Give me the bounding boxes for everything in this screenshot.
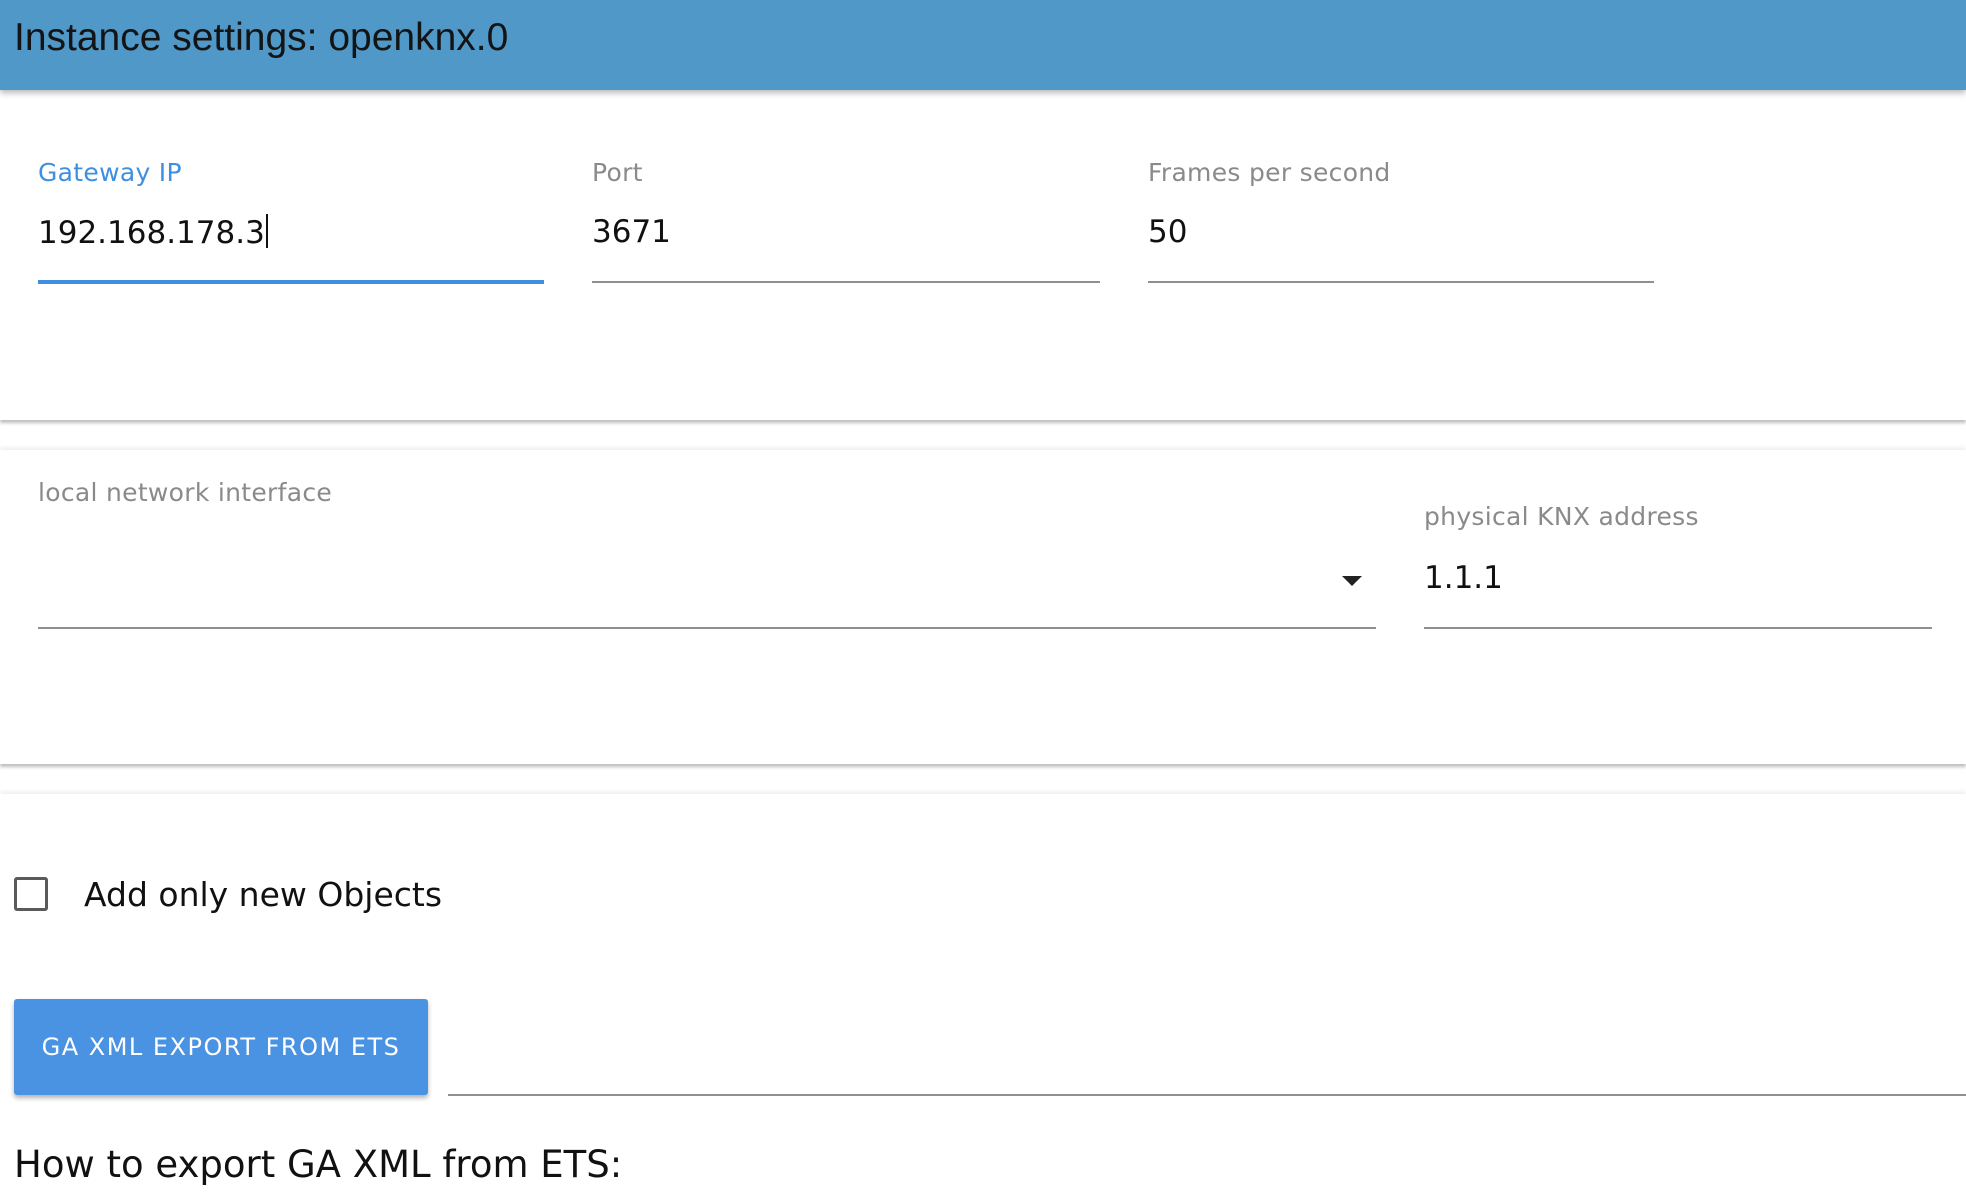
fps-underline: [1148, 281, 1654, 283]
gateway-ip-value: 192.168.178.3: [38, 215, 265, 251]
knx-address-underline: [1424, 627, 1932, 629]
fps-label: Frames per second: [1148, 158, 1391, 187]
knx-address-input[interactable]: 1.1.1: [1424, 560, 1503, 596]
port-field[interactable]: Port 3671: [592, 106, 1100, 286]
title-bar: Instance settings: openknx.0: [0, 0, 1966, 90]
file-input-underline: [448, 1094, 1966, 1096]
knx-address-field[interactable]: physical KNX address 1.1.1: [1424, 450, 1932, 630]
gateway-ip-field[interactable]: Gateway IP 192.168.178.3: [38, 106, 544, 286]
page-title: Instance settings: openknx.0: [14, 16, 509, 59]
port-label: Port: [592, 158, 643, 187]
chevron-down-icon[interactable]: [1342, 576, 1362, 586]
gateway-ip-label: Gateway IP: [38, 158, 182, 187]
add-only-new-objects-checkbox[interactable]: [14, 877, 48, 911]
network-interface-select[interactable]: local network interface: [38, 450, 1376, 630]
ga-xml-export-button[interactable]: GA XML EXPORT FROM ETS: [14, 999, 428, 1095]
network-interface-underline: [38, 627, 1376, 629]
import-section: [0, 794, 1966, 1200]
howto-heading: How to export GA XML from ETS:: [14, 1143, 623, 1186]
fps-field[interactable]: Frames per second 50: [1148, 106, 1654, 286]
network-section: local network interface physical KNX add…: [0, 450, 1966, 764]
port-underline: [592, 281, 1100, 283]
text-caret: [265, 214, 268, 248]
network-interface-label: local network interface: [38, 478, 333, 507]
knx-address-label: physical KNX address: [1424, 502, 1699, 531]
fps-input[interactable]: 50: [1148, 214, 1187, 250]
add-only-new-objects-label[interactable]: Add only new Objects: [84, 875, 442, 914]
gateway-ip-input[interactable]: 192.168.178.3: [38, 214, 268, 251]
gateway-ip-underline: [38, 280, 544, 284]
port-input[interactable]: 3671: [592, 214, 671, 250]
connection-section: Gateway IP 192.168.178.3 Port 3671 Frame…: [0, 106, 1966, 420]
